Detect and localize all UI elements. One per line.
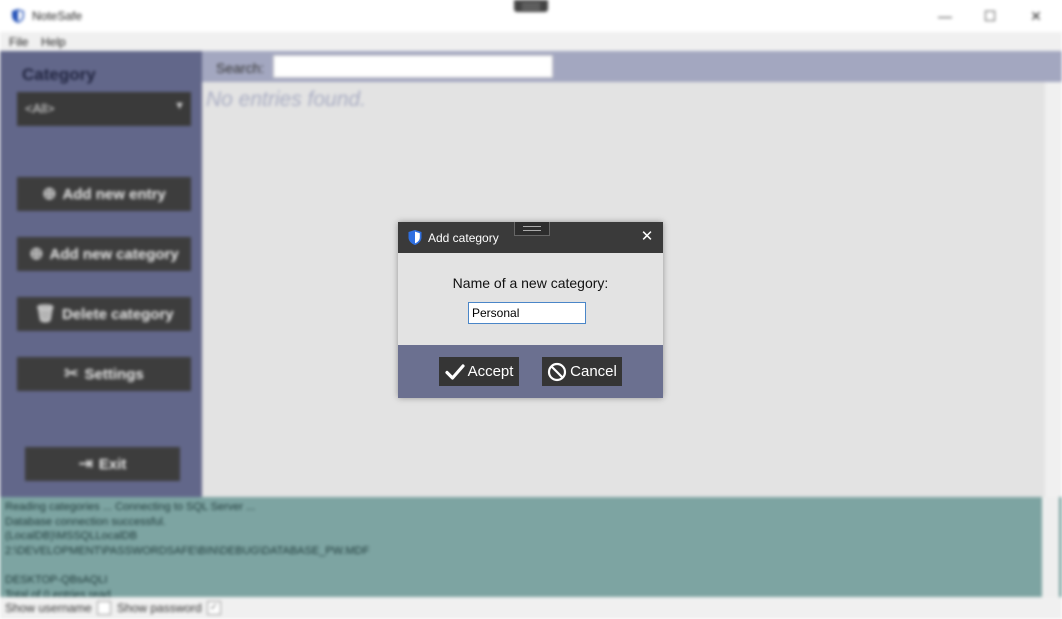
search-label: Search: <box>216 60 265 76</box>
dialog-title-bar: Add category ✕ <box>398 222 663 253</box>
cancel-button[interactable]: Cancel <box>542 357 622 386</box>
app-title: NoteSafe <box>32 9 83 23</box>
menu-file[interactable]: File <box>9 35 28 49</box>
add-entry-button[interactable]: ⊕ Add new entry <box>17 177 191 211</box>
dialog-close-icon[interactable]: ✕ <box>637 227 657 247</box>
log-line: DESKTOP-QBsAQLI <box>5 573 108 586</box>
prohibited-icon <box>548 362 567 381</box>
dialog-title: Add category <box>428 231 499 245</box>
log-line: Database connection successful. <box>5 515 166 528</box>
title-bar: NoteSafe — ☐ ✕ <box>0 0 1062 32</box>
settings-label: Settings <box>84 365 144 383</box>
accept-button[interactable]: Accept <box>439 357 519 386</box>
plus-circle-icon: ⊕ <box>42 184 57 203</box>
status-bar: Show username Show password ✓ <box>0 597 1062 619</box>
shield-logo-icon <box>12 9 24 23</box>
add-category-button[interactable]: ⊕ Add new category <box>17 237 191 271</box>
category-name-input[interactable]: Personal <box>468 302 586 324</box>
log-panel: Reading categories ... Connecting to SQL… <box>0 497 1062 601</box>
delete-category-button[interactable]: 🗑 Delete category <box>17 297 191 331</box>
category-label: Category <box>22 65 96 84</box>
maximize-button[interactable]: ☐ <box>975 6 1005 26</box>
drag-handle[interactable] <box>514 0 548 12</box>
add-category-dialog: Add category ✕ Name of a new category: P… <box>398 222 663 398</box>
dialog-footer: Accept Cancel <box>398 345 663 398</box>
checkmark-icon <box>444 363 465 380</box>
accept-label: Accept <box>467 363 514 380</box>
tools-icon: ✂ <box>64 364 79 383</box>
log-line: (LocalDB)\MSSQLLocalDB <box>5 530 138 543</box>
exit-button[interactable]: ⇥ Exit <box>25 447 180 481</box>
exit-label: Exit <box>98 455 127 473</box>
menu-help[interactable]: Help <box>41 35 66 49</box>
show-username-label: Show username <box>5 601 92 615</box>
minimize-button[interactable]: — <box>930 6 960 26</box>
sign-out-icon: ⇥ <box>78 454 93 473</box>
chevron-down-icon: ▼ <box>174 100 185 112</box>
log-line: Reading categories ... Connecting to SQL… <box>5 501 256 513</box>
settings-button[interactable]: ✂ Settings <box>17 357 191 391</box>
add-category-label: Add new category <box>49 245 179 263</box>
log-scrollbar[interactable] <box>1042 497 1059 597</box>
category-select-value: <All> <box>25 101 55 116</box>
dialog-prompt: Name of a new category: <box>452 275 609 291</box>
show-password-label: Show password <box>117 601 202 615</box>
dialog-drag-handle[interactable] <box>514 222 550 236</box>
show-password-checkbox[interactable]: ✓ <box>207 601 221 615</box>
log-line: 2:\DEVELOPMENT\PASSWORDSAFE\BIN\DEBUG\DA… <box>5 544 370 557</box>
plus-circle-icon: ⊕ <box>29 244 44 263</box>
trash-icon: 🗑 <box>34 304 56 323</box>
log-text: Reading categories ... Connecting to SQL… <box>5 500 369 602</box>
empty-message: No entries found. <box>206 88 366 111</box>
sidebar: Category <All> ▼ ⊕ Add new entry ⊕ Add n… <box>0 51 202 497</box>
show-username-checkbox[interactable] <box>97 601 111 615</box>
category-select[interactable]: <All> ▼ <box>17 92 191 126</box>
cancel-label: Cancel <box>570 363 617 380</box>
add-entry-label: Add new entry <box>62 185 166 203</box>
delete-category-label: Delete category <box>61 305 174 323</box>
close-button[interactable]: ✕ <box>1021 6 1051 26</box>
menu-bar: File Help <box>0 32 1062 51</box>
search-input[interactable] <box>273 55 553 78</box>
search-bar: Search: <box>202 51 1062 82</box>
entries-scrollbar[interactable] <box>1045 82 1062 497</box>
shield-logo-icon <box>408 230 422 245</box>
